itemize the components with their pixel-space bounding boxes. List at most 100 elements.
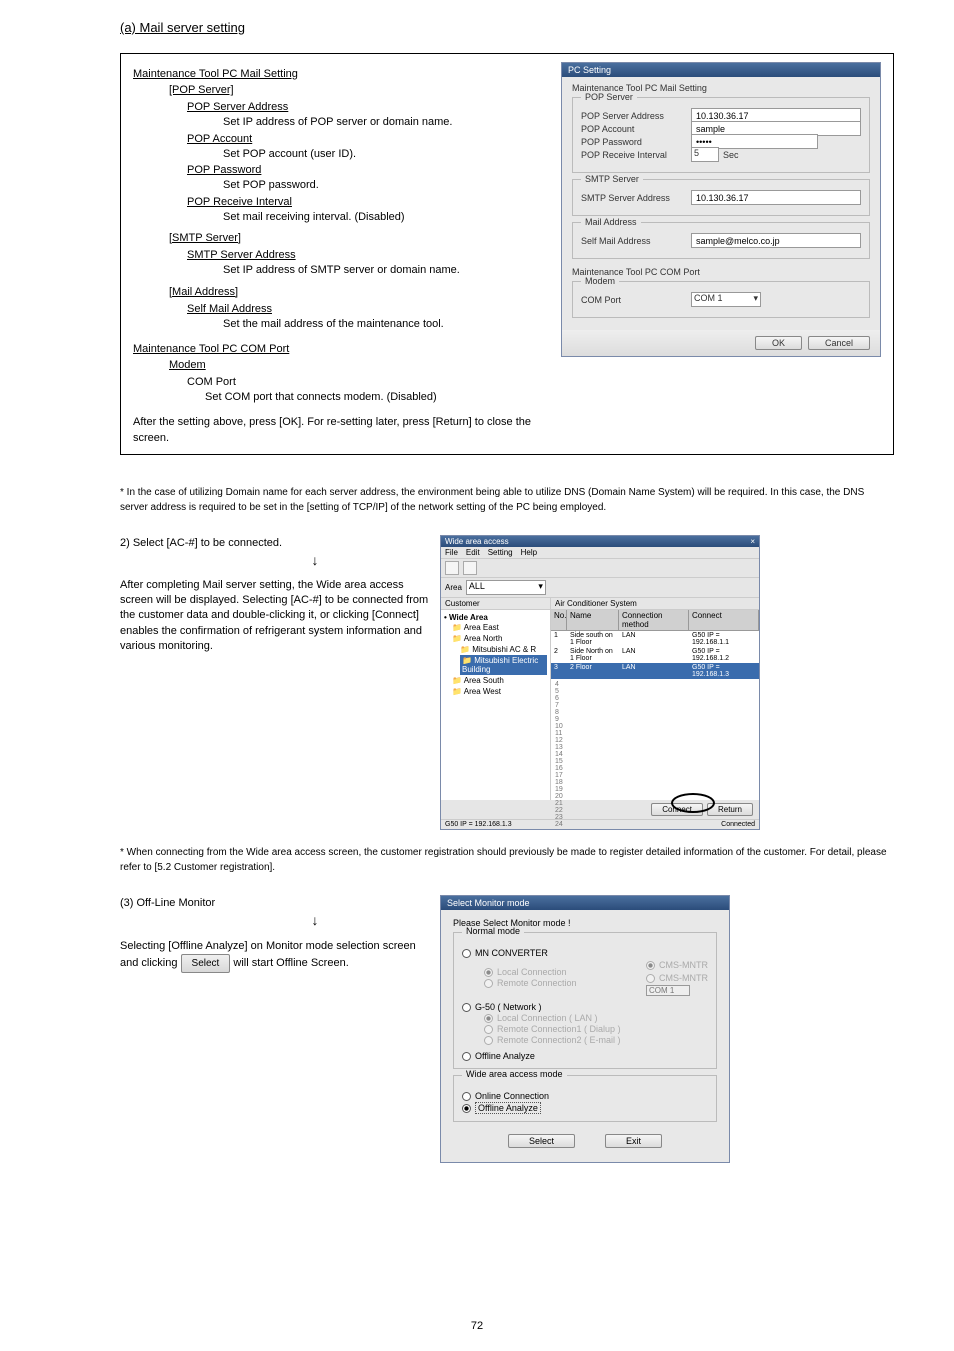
- status-right: Connected: [721, 821, 755, 828]
- smtp-address-input[interactable]: [691, 190, 861, 205]
- page-number: 72: [471, 1320, 483, 1332]
- list-row[interactable]: 1 Side south on 1 Floor LAN G50 IP = 192…: [551, 631, 759, 647]
- radio-cms: CMS-MNTR: [646, 960, 708, 970]
- field-label: POP Server Address: [581, 111, 691, 121]
- field-label: SMTP Server Address: [581, 193, 691, 203]
- down-arrow-icon: ↓: [200, 552, 430, 568]
- customer-tree[interactable]: • Wide Area 📁 Area East 📁 Area North 📁 M…: [441, 610, 551, 800]
- menu-help[interactable]: Help: [521, 548, 537, 557]
- smtp-server-header: [SMTP Server]: [169, 231, 551, 246]
- radio-mn-converter[interactable]: MN CONVERTER: [462, 948, 708, 958]
- group-legend: Wide area access mode: [462, 1069, 567, 1079]
- customer-header: Customer: [441, 598, 551, 609]
- comport-heading: Maintenance Tool PC COM Port: [133, 343, 551, 355]
- com-port-desc: Set COM port that connects modem. (Disab…: [205, 390, 551, 405]
- toolbar-icon[interactable]: [445, 561, 459, 575]
- tree-root[interactable]: • Wide Area: [444, 613, 547, 622]
- menu-edit[interactable]: Edit: [466, 548, 480, 557]
- exit-button[interactable]: Exit: [605, 1134, 662, 1148]
- group-heading: Maintenance Tool PC Mail Setting: [133, 68, 551, 80]
- section-title: (a) Mail server setting: [120, 20, 914, 35]
- pc-setting-dialog-screenshot: PC Setting Maintenance Tool PC Mail Sett…: [561, 62, 881, 357]
- status-left: G50 IP = 192.168.1.3: [445, 821, 512, 828]
- self-mail-desc: Set the mail address of the maintenance …: [223, 317, 551, 332]
- fieldset-legend: SMTP Server: [581, 174, 643, 184]
- list-header: No. Name Connection method Connect: [551, 610, 759, 631]
- toolbar-icon[interactable]: [463, 561, 477, 575]
- chevron-down-icon: ▾: [538, 581, 543, 594]
- pop-address-desc: Set IP address of POP server or domain n…: [223, 115, 551, 130]
- connect-button[interactable]: Connect: [651, 803, 703, 816]
- tree-item[interactable]: 📁 Area South: [452, 675, 547, 686]
- field-label: COM Port: [581, 295, 691, 305]
- pop-interval-desc: Set mail receiving interval. (Disabled): [223, 210, 551, 225]
- smtp-address-label: SMTP Server Address: [187, 249, 551, 261]
- fieldset-legend: Mail Address: [581, 217, 641, 227]
- pop-interval-select[interactable]: 5: [691, 147, 719, 162]
- step3-desc: Selecting [Offline Analyze] on Monitor m…: [120, 938, 430, 974]
- normal-mode-group: Normal mode MN CONVERTER Local Connectio…: [453, 932, 717, 1069]
- radio-g50[interactable]: G-50 ( Network ): [462, 1002, 708, 1012]
- smtp-address-desc: Set IP address of SMTP server or domain …: [223, 263, 551, 278]
- down-arrow-icon: ↓: [200, 912, 430, 928]
- list-row-selected[interactable]: 3 2 Floor LAN G50 IP = 192.168.1.3: [551, 663, 759, 679]
- window-title: Wide area access: [445, 537, 509, 546]
- interval-unit: Sec: [723, 150, 739, 160]
- field-label: POP Account: [581, 124, 691, 134]
- settings-description-box: Maintenance Tool PC Mail Setting [POP Se…: [120, 53, 894, 455]
- tree-item-selected[interactable]: 📁 Mitsubishi Electric Building: [460, 655, 547, 675]
- menu-setting[interactable]: Setting: [488, 548, 513, 557]
- close-icon[interactable]: ×: [750, 537, 755, 546]
- fieldset-legend: Modem: [581, 276, 619, 286]
- pop-account-desc: Set POP account (user ID).: [223, 147, 551, 162]
- mail-address-header: [Mail Address]: [169, 285, 551, 300]
- com-port-select[interactable]: COM 1▾: [691, 292, 761, 307]
- tree-item[interactable]: 📁 Area North: [452, 633, 547, 644]
- menu-file[interactable]: File: [445, 548, 458, 557]
- wide-area-screenshot: Wide area access × File Edit Setting Help…: [440, 535, 760, 830]
- smtp-fieldset: SMTP Server SMTP Server Address: [572, 179, 870, 216]
- step2-desc: After completing Mail server setting, th…: [120, 578, 430, 655]
- fieldset-legend: POP Server: [581, 92, 637, 102]
- wide-area-group: Wide area access mode Online Connection …: [453, 1075, 717, 1122]
- save-note: After the setting above, press [OK]. For…: [133, 415, 551, 446]
- pop-account-label: POP Account: [187, 133, 551, 145]
- radio-lan: Local Connection ( LAN ): [484, 1013, 708, 1023]
- select-button-inline: Select: [181, 954, 231, 973]
- com-port-label: COM Port: [187, 376, 551, 388]
- ac-header: Air Conditioner System: [551, 598, 759, 609]
- self-mail-input[interactable]: [691, 233, 861, 248]
- dns-note: * In the case of utilizing Domain name f…: [120, 485, 894, 515]
- tree-item[interactable]: 📁 Area East: [452, 622, 547, 633]
- area-label: Area: [445, 583, 462, 592]
- radio-online-connection[interactable]: Online Connection: [462, 1091, 708, 1101]
- cancel-button[interactable]: Cancel: [808, 336, 870, 350]
- com-port-select: COM 1: [646, 985, 690, 996]
- return-button[interactable]: Return: [707, 803, 753, 816]
- radio-cms2: CMS-MNTR: [646, 973, 708, 983]
- radio-offline[interactable]: Offline Analyze: [462, 1051, 708, 1061]
- tree-item[interactable]: 📁 Area West: [452, 686, 547, 697]
- pop-password-desc: Set POP password.: [223, 178, 551, 193]
- step3-title: (3) Off-Line Monitor: [120, 895, 430, 912]
- radio-offline-analyze[interactable]: Offline Analyze: [462, 1102, 708, 1114]
- tree-item[interactable]: 📁 Mitsubishi AC & R: [460, 644, 547, 655]
- radio-remote-connection: Remote Connection: [484, 978, 577, 988]
- modem-label: Modem: [169, 358, 551, 373]
- self-mail-label: Self Mail Address: [187, 303, 551, 315]
- dialog-title: Select Monitor mode: [441, 896, 729, 910]
- field-label: POP Password: [581, 137, 691, 147]
- field-label: Self Mail Address: [581, 236, 691, 246]
- radio-dialup: Remote Connection1 ( Dialup ): [484, 1024, 708, 1034]
- ok-button[interactable]: OK: [755, 336, 802, 350]
- pop-password-label: POP Password: [187, 164, 551, 176]
- group-legend: Normal mode: [462, 926, 524, 936]
- area-select[interactable]: ALL▾: [466, 580, 546, 595]
- list-row[interactable]: 2 Side North on 1 Floor LAN G50 IP = 192…: [551, 647, 759, 663]
- chevron-down-icon: ▾: [753, 293, 758, 306]
- select-button[interactable]: Select: [508, 1134, 575, 1148]
- modem-fieldset: Modem COM Port COM 1▾: [572, 281, 870, 318]
- field-label: POP Receive Interval: [581, 150, 691, 160]
- pop-server-header: [POP Server]: [169, 83, 551, 98]
- ac-list: No. Name Connection method Connect 1 Sid…: [551, 610, 759, 800]
